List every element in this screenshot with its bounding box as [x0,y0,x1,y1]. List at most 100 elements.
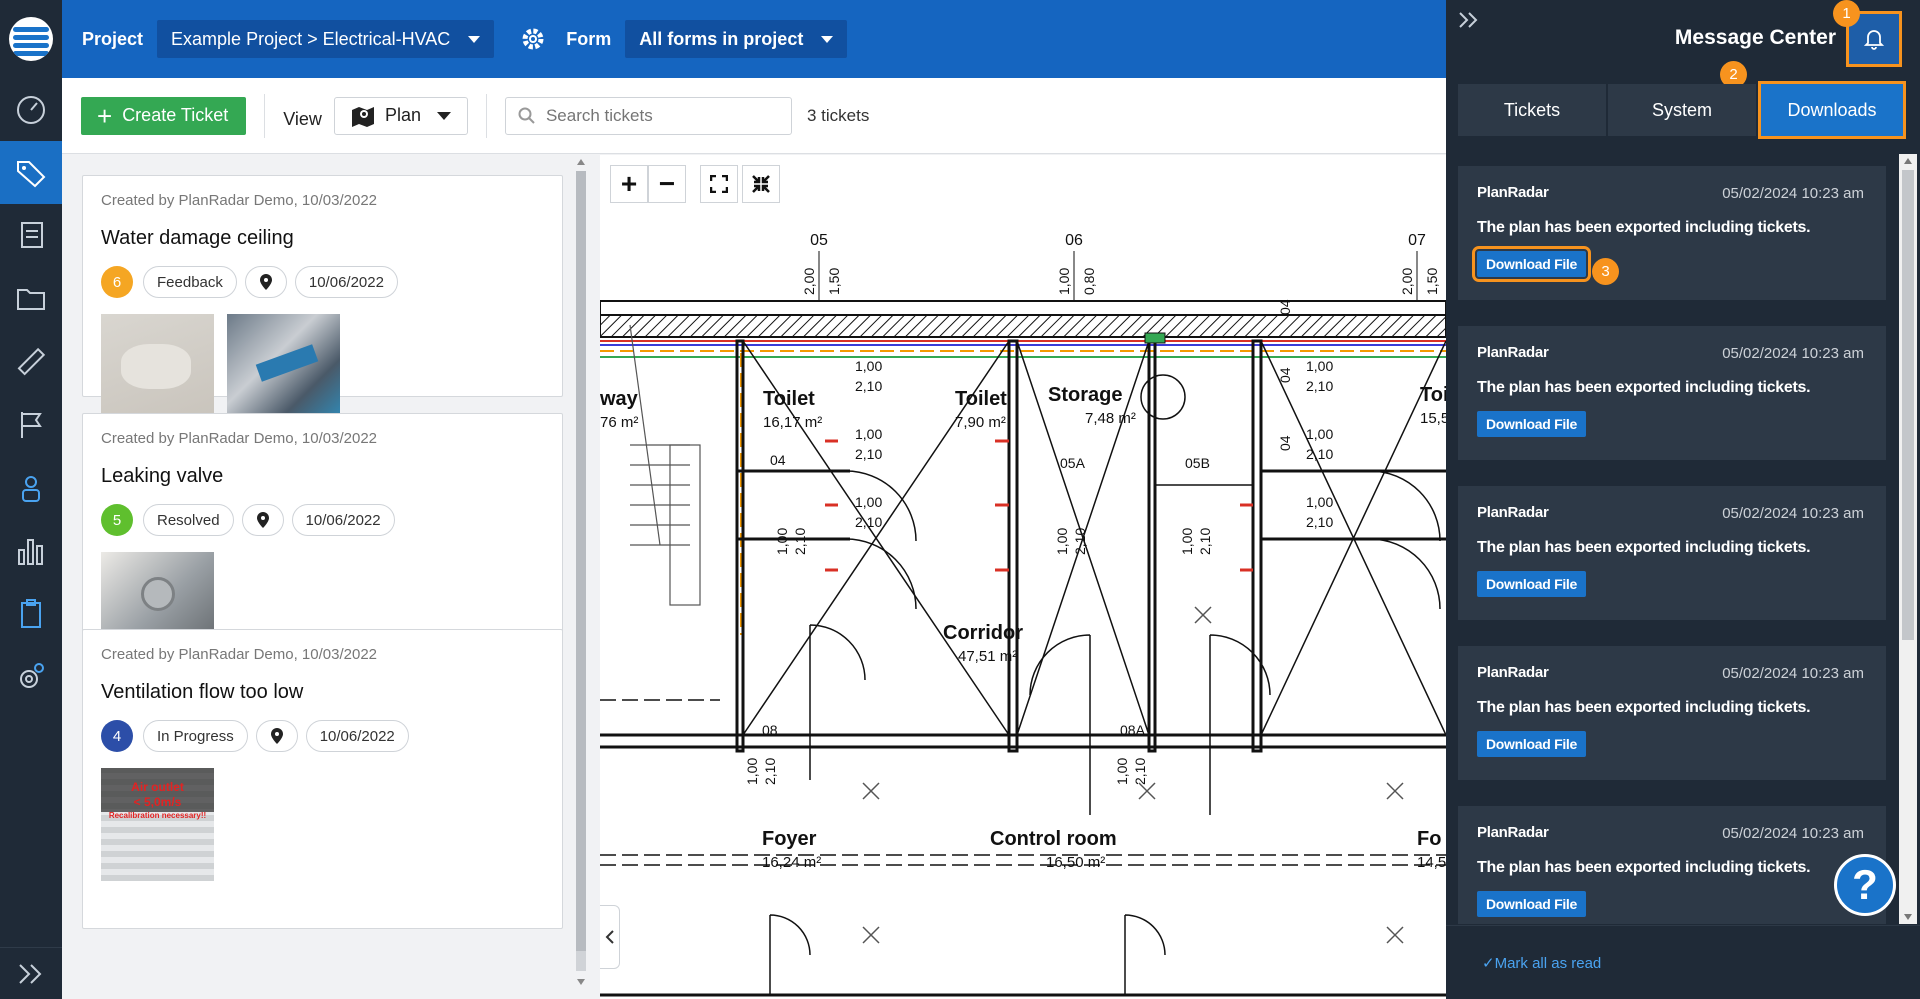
ticket-card[interactable]: Created by PlanRadar Demo, 10/03/2022 Ve… [82,629,563,929]
download-file-button[interactable]: Download File [1477,411,1586,437]
location-pin-icon[interactable] [244,266,287,298]
ticket-card[interactable]: Created by PlanRadar Demo, 10/03/2022 Wa… [82,175,563,427]
dashboard-icon[interactable] [0,78,62,141]
message-time: 05/02/2024 10:23 am [1722,345,1864,362]
message-text: The plan has been exported including tic… [1477,379,1811,396]
tab-downloads[interactable]: Downloads [1758,81,1906,139]
tab-system[interactable]: System [1608,84,1756,136]
close-panel-icon[interactable] [1456,8,1482,34]
svg-text:2,10: 2,10 [855,446,882,462]
planradar-logo[interactable] [0,0,62,78]
message-center-panel: Message Center 1 2 Tickets System Downlo… [1446,0,1920,999]
download-file-button[interactable]: Download File [1472,246,1591,282]
svg-text:1,00: 1,00 [1306,494,1333,510]
create-ticket-button[interactable]: + Create Ticket [81,96,247,135]
flag-icon[interactable] [0,393,62,456]
zoom-in-button[interactable]: + [610,165,648,203]
ticket-photo[interactable] [101,314,214,427]
message-item: PlanRadar 05/02/2024 10:23 am The plan h… [1458,486,1886,620]
ruler-icon[interactable] [0,330,62,393]
plans-icon[interactable] [0,204,62,267]
svg-text:1,00: 1,00 [855,426,882,442]
svg-text:47,51 m²: 47,51 m² [958,648,1017,665]
plus-icon: + [97,100,113,131]
reports-chart-icon[interactable] [0,519,62,582]
tab-tickets[interactable]: Tickets [1458,84,1606,136]
svg-text:05B: 05B [1185,455,1210,471]
svg-text:16,50 m²: 16,50 m² [1046,854,1105,871]
collapse-view-button[interactable] [742,165,780,203]
message-list: PlanRadar 05/02/2024 10:23 am The plan h… [1458,166,1900,924]
status-badge: Feedback [143,266,237,298]
message-list-scrollbar[interactable] [1899,154,1917,924]
divider [264,93,266,138]
message-time: 05/02/2024 10:23 am [1722,505,1864,522]
ticket-card[interactable]: Created by PlanRadar Demo, 10/03/2022 Le… [82,413,563,665]
message-text: The plan has been exported including tic… [1477,859,1811,876]
fit-screen-button[interactable] [700,165,738,203]
ticket-number-badge: 5 [101,504,133,536]
svg-text:2,10: 2,10 [1197,528,1213,555]
help-button[interactable]: ? [1834,854,1896,916]
svg-text:7,48 m²: 7,48 m² [1085,410,1136,427]
callout-badge-1: 1 [1833,0,1860,27]
project-dropdown[interactable]: Example Project > Electrical-HVAC [157,20,495,58]
form-dropdown[interactable]: All forms in project [625,20,848,58]
svg-text:05: 05 [810,232,828,249]
fit-screen-icon [710,175,728,193]
left-nav-rail [0,0,62,999]
list-scrollbar[interactable] [574,159,588,985]
zoom-out-button[interactable]: − [648,165,686,203]
status-badge: Resolved [143,504,234,536]
svg-text:2,00: 2,00 [1399,268,1415,295]
ticket-number-badge: 6 [101,266,133,298]
chevron-left-icon [605,930,614,944]
search-input[interactable] [545,105,786,126]
user-icon[interactable] [0,456,62,519]
photo-annotation: Air outlet < 5,0m/s Recalibration necess… [108,780,207,820]
project-label: Project [82,28,144,49]
svg-text:2,10: 2,10 [855,378,882,394]
mark-all-read-link[interactable]: ✓Mark all as read [1482,954,1601,972]
search-icon [518,107,535,124]
due-date: 10/06/2022 [305,720,409,752]
svg-text:1,00: 1,00 [1179,528,1195,555]
expand-rail-icon[interactable] [0,947,62,999]
collapse-list-button[interactable] [600,905,620,969]
create-ticket-label: Create Ticket [122,105,229,125]
view-dropdown[interactable]: Plan [333,96,468,135]
download-file-button[interactable]: Download File [1477,891,1586,917]
floor-plan-drawing: 05 06 07 2,00 1,50 1,00 0,80 2,00 1,50 T… [600,232,1446,997]
svg-text:04: 04 [1277,299,1293,315]
download-file-button[interactable]: Download File [1477,571,1586,597]
svg-text:2,10: 2,10 [855,514,882,530]
plan-viewer[interactable]: 05 06 07 2,00 1,50 1,00 0,80 2,00 1,50 T… [600,155,1446,999]
message-item: PlanRadar 05/02/2024 10:23 am The plan h… [1458,646,1886,780]
download-file-button[interactable]: Download File [1477,731,1586,757]
due-date: 10/06/2022 [294,266,398,298]
svg-text:1,00: 1,00 [1306,426,1333,442]
form-dropdown-value: All forms in project [639,28,804,49]
folder-icon[interactable] [0,267,62,330]
svg-text:2,10: 2,10 [1306,514,1333,530]
clipboard-icon[interactable] [0,582,62,645]
message-item: PlanRadar 05/02/2024 10:23 am The plan h… [1458,806,1886,924]
svg-text:2,10: 2,10 [1132,758,1148,785]
message-time: 05/02/2024 10:23 am [1722,825,1864,842]
top-bar: Project Example Project > Electrical-HVA… [62,0,1446,78]
callout-badge-3: 3 [1592,258,1619,285]
ticket-photo[interactable] [227,314,340,427]
tickets-tag-icon[interactable] [0,141,62,204]
svg-text:Corridor: Corridor [943,622,1023,644]
svg-text:04: 04 [1277,367,1293,383]
project-settings-gear-icon[interactable] [520,26,546,52]
settings-gear-icon[interactable] [0,645,62,708]
svg-text:15,5: 15,5 [1420,410,1446,427]
location-pin-icon[interactable] [255,720,298,752]
message-center-title: Message Center [1674,26,1836,49]
location-pin-icon[interactable] [241,504,284,536]
ticket-count: 3 tickets [806,105,870,125]
search-box[interactable] [504,96,792,135]
ticket-photo[interactable]: Air outlet < 5,0m/s Recalibration necess… [101,768,214,881]
status-badge: In Progress [143,720,248,752]
